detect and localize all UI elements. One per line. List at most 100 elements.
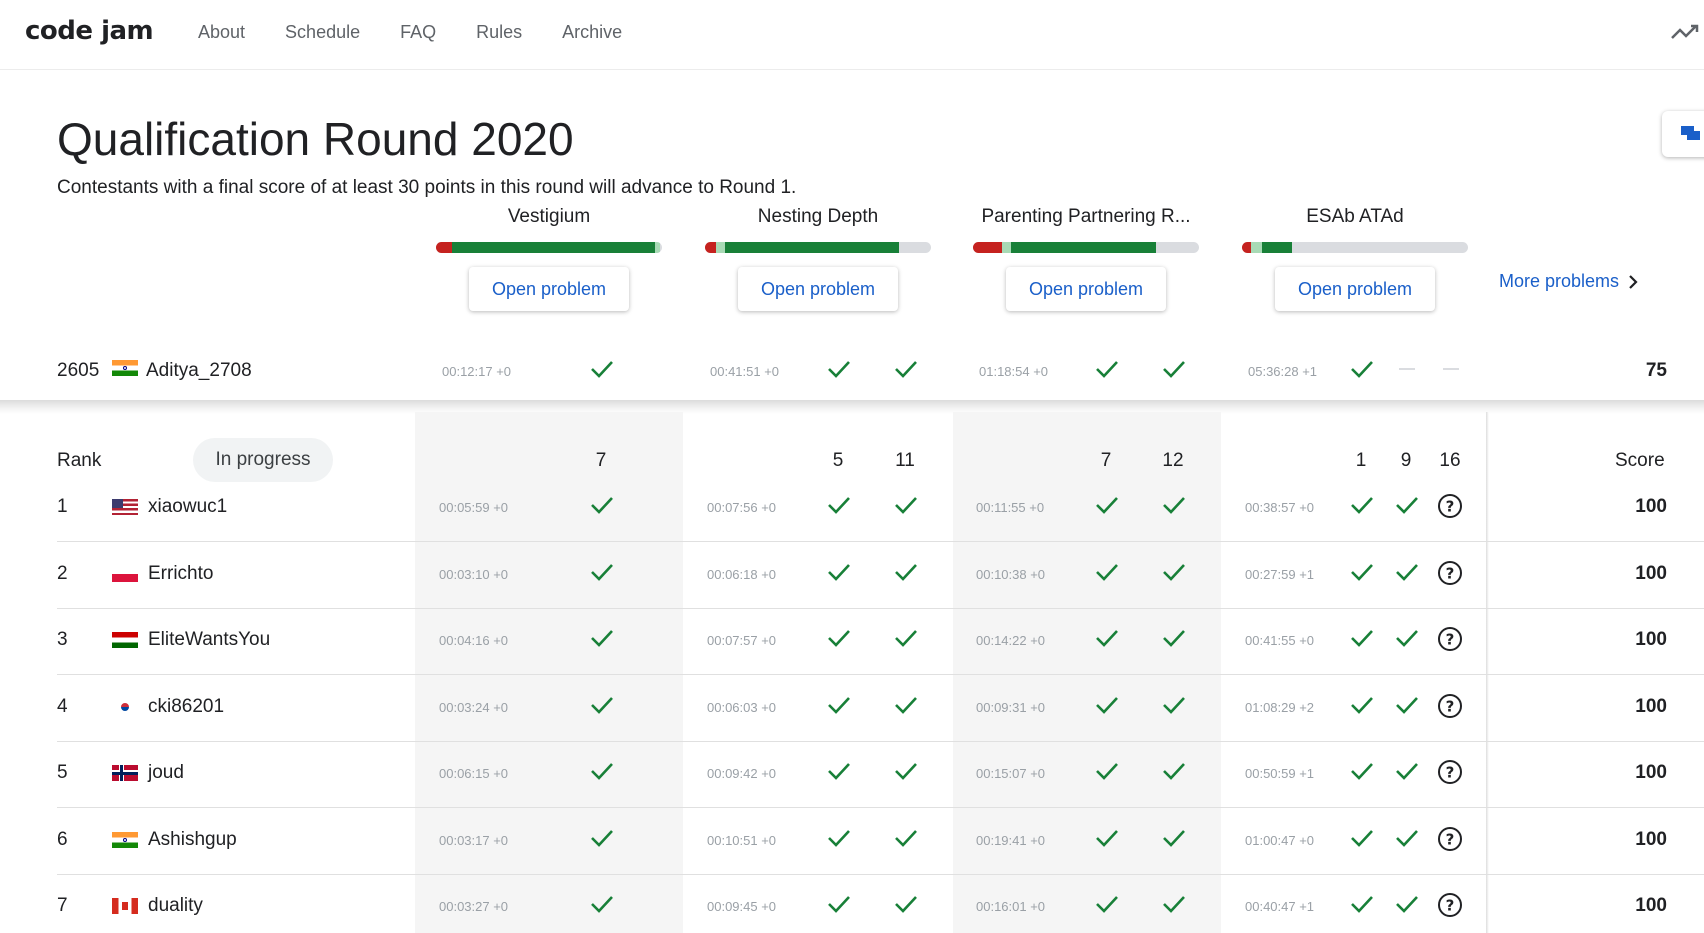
check-icon	[893, 561, 919, 583]
test-set-points: 7	[1100, 450, 1112, 471]
check-icon	[1349, 358, 1375, 380]
check-icon	[893, 760, 919, 782]
not-attempted-dash	[1443, 368, 1459, 370]
progress-segment	[1251, 242, 1263, 253]
help-circle-icon[interactable]: ?	[1437, 826, 1463, 852]
problem-progress-bar	[436, 242, 662, 253]
open-problem-button[interactable]: Open problem	[469, 267, 629, 311]
solve-time: 00:07:57 +0	[707, 633, 777, 648]
row-score: 100	[1635, 695, 1667, 717]
flag-ca-icon	[112, 898, 138, 914]
main-nav: About Schedule FAQ Rules Archive	[198, 22, 662, 43]
check-icon	[589, 827, 615, 849]
progress-segment	[973, 242, 1003, 253]
help-circle-icon[interactable]: ?	[1437, 759, 1463, 785]
ask-question-button[interactable]	[1662, 111, 1704, 157]
nav-faq[interactable]: FAQ	[400, 22, 436, 43]
help-circle-icon[interactable]: ?	[1437, 693, 1463, 719]
row-divider	[57, 807, 1704, 808]
solve-time: 00:06:03 +0	[707, 699, 777, 715]
problem-progress-bar	[1242, 242, 1468, 253]
solve-time: 00:06:18 +0	[707, 566, 777, 582]
check-icon	[1161, 694, 1187, 716]
row-username[interactable]: xiaowuc1	[148, 496, 227, 518]
check-icon	[893, 494, 919, 516]
solve-time: 00:09:45 +0	[707, 899, 777, 914]
more-problems-link[interactable]: More problems	[1499, 271, 1639, 292]
rank-header: Rank	[57, 450, 102, 471]
my-username[interactable]: Aditya_2708	[146, 360, 252, 382]
check-icon	[1161, 827, 1187, 849]
progress-segment	[1242, 242, 1252, 253]
my-score: 75	[1645, 360, 1667, 381]
test-set-points: 12	[1162, 450, 1184, 471]
row-score: 100	[1635, 828, 1667, 850]
help-circle-icon[interactable]: ?	[1437, 493, 1463, 519]
help-circle-icon[interactable]: ?	[1437, 892, 1463, 918]
check-icon	[1394, 893, 1420, 915]
solve-time: 00:09:42 +0	[707, 766, 777, 781]
row-username[interactable]: Errichto	[148, 563, 213, 585]
solve-time: 01:00:47 +0	[1245, 832, 1315, 848]
check-icon	[1161, 561, 1187, 583]
test-set-points: 9	[1400, 450, 1412, 471]
row-score: 100	[1635, 762, 1667, 783]
not-attempted-dash	[1399, 368, 1415, 370]
row-username[interactable]: cki86201	[148, 696, 224, 718]
row-divider	[57, 607, 1704, 609]
check-icon	[1094, 827, 1120, 849]
open-problem-button[interactable]: Open problem	[1275, 267, 1435, 311]
flag-tj-icon	[112, 632, 138, 648]
code-jam-logo[interactable]: code jam	[25, 16, 154, 46]
row-divider	[57, 740, 1704, 742]
test-set-points: 11	[895, 450, 915, 471]
solve-time: 00:03:10 +0	[439, 566, 509, 582]
row-rank: 2	[57, 562, 68, 584]
problem-header: ESAb ATAd Open problem	[1242, 206, 1468, 311]
row-rank: 7	[57, 895, 68, 916]
solve-time: 05:36:28 +1	[1248, 364, 1318, 379]
row-rank: 4	[57, 695, 68, 717]
svg-text:?: ?	[1446, 897, 1455, 915]
solve-time: 00:09:31 +0	[976, 699, 1046, 715]
help-circle-icon[interactable]: ?	[1437, 626, 1463, 652]
check-icon	[1094, 627, 1120, 649]
svg-text:?: ?	[1446, 830, 1455, 848]
check-icon	[1394, 827, 1420, 849]
flag-us-icon	[112, 499, 138, 515]
check-icon	[1094, 893, 1120, 915]
open-problem-button[interactable]: Open problem	[1006, 267, 1166, 311]
my-rank: 2605	[57, 360, 100, 381]
row-username[interactable]: EliteWantsYou	[148, 629, 270, 651]
check-icon	[1394, 760, 1420, 782]
check-icon	[1349, 694, 1375, 716]
flag-kr-icon	[112, 698, 138, 715]
solve-time: 00:15:07 +0	[976, 766, 1046, 781]
check-icon	[893, 827, 919, 849]
row-username[interactable]: Ashishgup	[148, 829, 237, 851]
progress-segment	[1002, 242, 1012, 253]
row-username[interactable]: joud	[148, 762, 184, 784]
page-title: Qualification Round 2020	[57, 113, 574, 165]
in-progress-filter-chip[interactable]: In progress	[193, 438, 333, 482]
nav-schedule[interactable]: Schedule	[285, 22, 360, 43]
nav-rules[interactable]: Rules	[476, 22, 522, 43]
progress-segment	[451, 242, 656, 253]
help-circle-icon[interactable]: ?	[1437, 560, 1463, 586]
top-bar: code jam About Schedule FAQ Rules Archiv…	[0, 0, 1704, 70]
open-problem-button[interactable]: Open problem	[738, 267, 898, 311]
check-icon	[589, 627, 615, 649]
flag-in-icon	[112, 831, 138, 848]
trending-icon[interactable]	[1670, 22, 1704, 44]
check-icon	[893, 694, 919, 716]
progress-segment	[1011, 242, 1157, 253]
check-icon	[826, 561, 852, 583]
nav-archive[interactable]: Archive	[562, 22, 622, 43]
problem-name: Parenting Partnering R...	[981, 206, 1191, 227]
test-set-points: 1	[1355, 450, 1367, 471]
chevron-right-icon	[1629, 274, 1638, 289]
row-username[interactable]: duality	[148, 895, 203, 917]
check-icon	[893, 627, 919, 649]
solve-time: 00:38:57 +0	[1245, 500, 1315, 515]
nav-about[interactable]: About	[198, 22, 245, 43]
